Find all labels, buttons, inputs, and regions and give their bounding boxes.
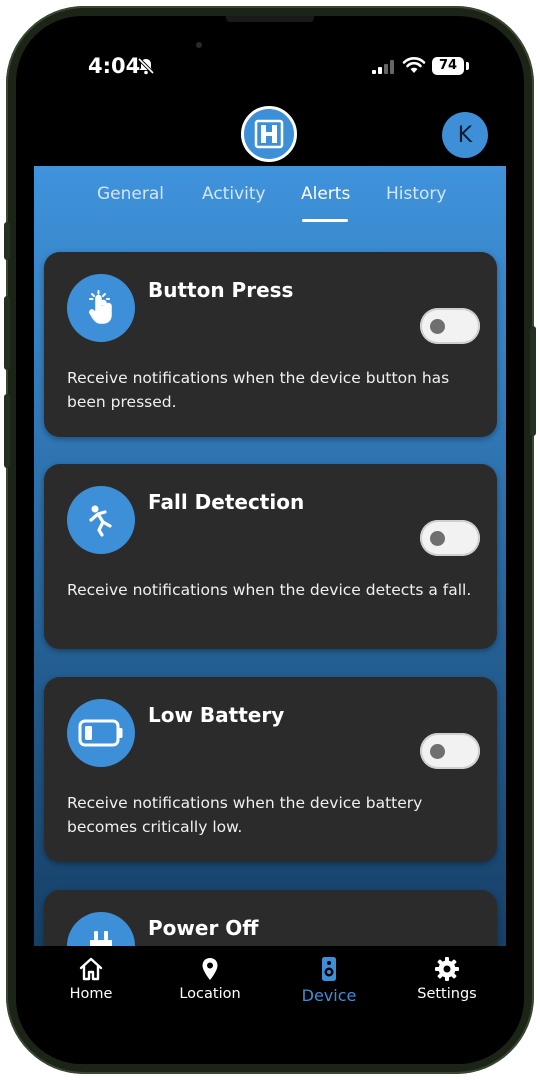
active-tab-indicator	[302, 219, 348, 222]
low-battery-icon	[67, 699, 135, 767]
cellular-signal-icon	[372, 60, 394, 74]
phone-side-button	[4, 222, 10, 260]
button-press-toggle[interactable]	[420, 308, 480, 344]
alert-card-power-off: Power Off	[44, 890, 497, 946]
alert-description: Receive notifications when the device bu…	[67, 369, 450, 411]
app-logo	[241, 106, 297, 162]
user-avatar[interactable]: K	[442, 112, 488, 158]
gear-icon	[435, 957, 459, 981]
button-press-icon	[67, 274, 135, 342]
alert-description: Receive notifications when the device de…	[67, 581, 472, 599]
bottom-nav: Home Location Device Settings	[16, 946, 524, 1064]
nav-home[interactable]: Home	[36, 956, 146, 1002]
nav-label: Location	[179, 986, 241, 1002]
alert-title: Low Battery	[148, 703, 285, 727]
fall-detection-toggle[interactable]	[420, 520, 480, 556]
device-icon	[322, 957, 336, 981]
battery-tip	[466, 62, 469, 70]
toggle-knob	[430, 319, 445, 334]
hand-press-icon	[89, 290, 112, 324]
nav-label: Home	[69, 986, 113, 1002]
phone-side-button	[4, 394, 10, 468]
low-battery-toggle[interactable]	[420, 733, 480, 769]
bell-muted-icon	[137, 57, 155, 75]
battery-low-icon	[78, 719, 123, 747]
phone-side-button	[4, 296, 10, 370]
alerts-content: General Activity Alerts History Button P…	[34, 166, 506, 946]
power-off-icon	[67, 912, 135, 946]
alert-card-button-press: Button Press Receive notifications when …	[44, 252, 497, 437]
location-pin-icon	[202, 958, 218, 980]
tab-history[interactable]: History	[386, 184, 446, 204]
alert-card-fall-detection: Fall Detection Receive notifications whe…	[44, 464, 497, 649]
nav-device[interactable]: Device	[274, 956, 384, 1005]
nav-label: Settings	[417, 986, 477, 1002]
tab-activity[interactable]: Activity	[202, 184, 266, 204]
toggle-knob	[430, 531, 445, 546]
alert-title: Power Off	[148, 916, 259, 940]
nav-settings[interactable]: Settings	[392, 956, 502, 1002]
phone-side-button	[530, 326, 536, 436]
tab-alerts[interactable]: Alerts	[301, 184, 350, 204]
tab-bar: General Activity Alerts History	[34, 166, 506, 238]
battery-indicator: 74	[432, 57, 464, 75]
alert-card-low-battery: Low Battery Receive notifications when t…	[44, 677, 497, 862]
alert-title: Fall Detection	[148, 490, 305, 514]
alert-title: Button Press	[148, 278, 294, 302]
status-bar: 4:04 74	[16, 16, 524, 116]
home-icon	[79, 957, 103, 981]
plug-icon	[90, 931, 112, 946]
alert-description: Receive notifications when the device ba…	[67, 794, 423, 836]
fall-detection-icon	[67, 486, 135, 554]
phone-screen: 4:04 74 K General Activity Alerts Histor…	[16, 16, 524, 1064]
wifi-icon	[402, 57, 426, 73]
app-logo-icon	[254, 119, 284, 149]
nav-location[interactable]: Location	[155, 956, 265, 1002]
falling-person-icon	[89, 505, 112, 537]
status-time: 4:04	[88, 54, 141, 78]
nav-label: Device	[301, 986, 357, 1005]
toggle-knob	[430, 744, 445, 759]
tab-general[interactable]: General	[97, 184, 164, 204]
